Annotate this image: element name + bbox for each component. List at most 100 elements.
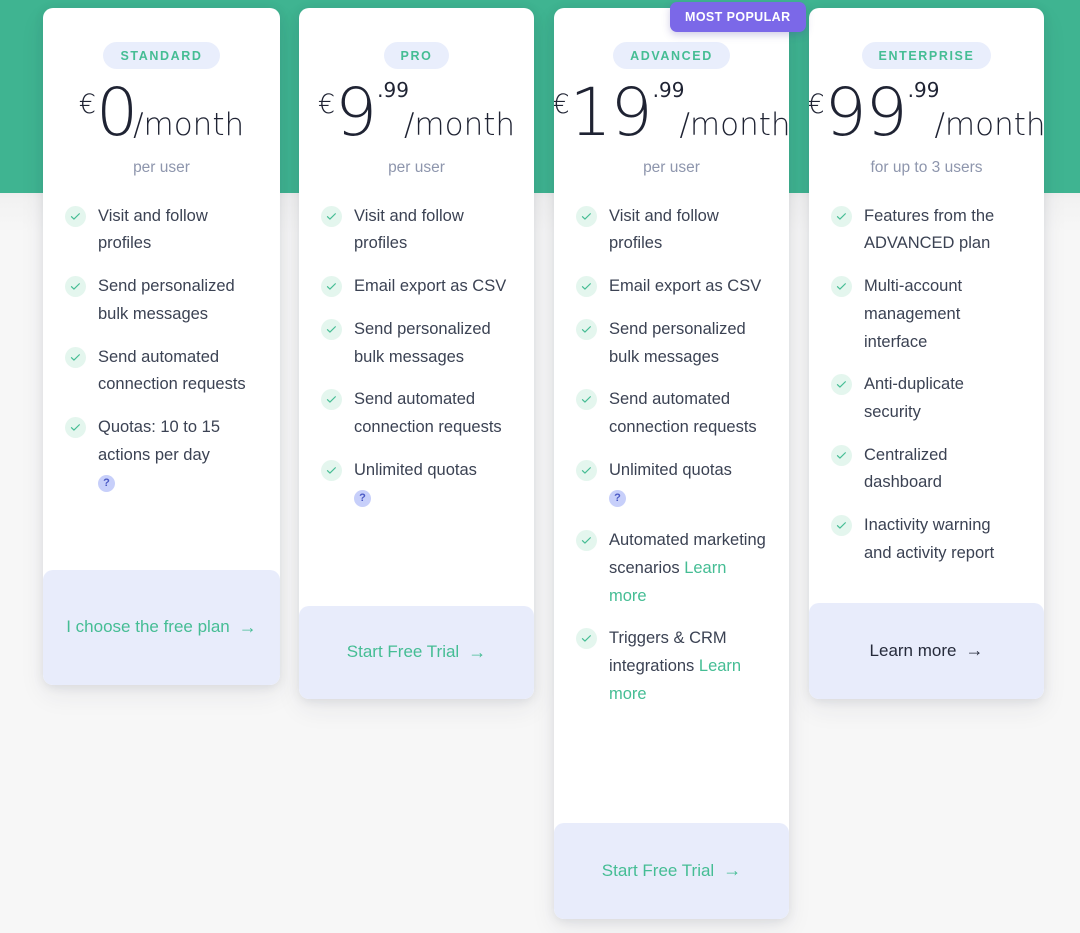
price-amount: 0 (96, 74, 138, 151)
feature-item: Send personalized bulk messages (576, 316, 767, 371)
check-icon (65, 417, 86, 439)
pricing-card-advanced[interactable]: ADVANCED € 19 .99 /month per user Visit … (554, 8, 789, 919)
currency-symbol: € (317, 88, 336, 120)
feature-label: Send automated connection requests (354, 390, 502, 437)
price-note: per user (643, 158, 700, 176)
check-icon (831, 515, 852, 537)
feature-item: Send personalized bulk messages (321, 316, 512, 371)
help-icon[interactable]: ? (609, 489, 626, 507)
feature-label: Features from the ADVANCED plan (864, 206, 995, 253)
price-note: for up to 3 users (870, 158, 983, 176)
plan-name-badge: PRO (383, 42, 450, 69)
feature-label: Visit and follow profiles (98, 206, 208, 253)
price-row: € 9 .99 /month (317, 74, 515, 151)
feature-label: Send personalized bulk messages (354, 319, 491, 366)
feature-item: Visit and follow profiles (321, 203, 512, 258)
check-icon (321, 389, 342, 411)
currency-symbol: € (809, 88, 825, 120)
feature-list: Features from the ADVANCED plan Multi-acc… (831, 203, 1022, 568)
feature-label: Unlimited quotas? (609, 457, 732, 512)
feature-label: Inactivity warning and activity report (864, 516, 995, 562)
check-icon (65, 346, 86, 368)
price-note: per user (133, 158, 190, 176)
price-row: € 0 /month (65, 74, 258, 151)
check-icon (576, 389, 597, 411)
feature-label: Quotas: 10 to 15 actions per day? (98, 414, 258, 497)
feature-label: Email export as CSV (609, 277, 762, 296)
feature-item: Features from the ADVANCED plan (831, 203, 1022, 258)
feature-list: Visit and follow profiles Email export as… (576, 203, 767, 709)
feature-label: Centralized dashboard (864, 445, 948, 492)
feature-item: Quotas: 10 to 15 actions per day? (65, 414, 258, 497)
plan-pill-container: ADVANCED (576, 42, 767, 69)
cta-button[interactable]: Learn more → (809, 603, 1044, 699)
card-body: PRO € 9 .99 /month per user Visit and fo… (299, 8, 534, 606)
price-row: € 19 .99 /month (554, 77, 789, 146)
plan-pill-container: ENTERPRISE (831, 42, 1022, 69)
currency-symbol: € (554, 88, 570, 120)
check-icon (831, 444, 852, 466)
cta-label: I choose the free plan (66, 617, 230, 637)
check-icon (321, 459, 342, 481)
feature-label: Triggers & CRM integrations Learn more (609, 629, 742, 703)
feature-item: Unlimited quotas? (321, 457, 512, 512)
pricing-card-pro[interactable]: PRO € 9 .99 /month per user Visit and fo… (299, 8, 534, 699)
plan-name-badge: STANDARD (103, 42, 220, 69)
feature-item: Send personalized bulk messages (65, 273, 258, 328)
learn-more-link[interactable]: Learn more (609, 657, 741, 703)
price-amount: 19 (569, 74, 653, 151)
arrow-right-icon: → (238, 616, 257, 637)
feature-item: Send automated connection requests (65, 344, 258, 399)
check-icon (576, 205, 597, 227)
pricing-page: STANDARD € 0 /month per user Visit and f… (0, 0, 1080, 933)
cta-label: Learn more (869, 640, 957, 660)
check-icon (576, 276, 597, 298)
learn-more-link[interactable]: Learn more (609, 559, 726, 605)
feature-label: Send personalized bulk messages (609, 319, 746, 366)
feature-item: Triggers & CRM integrations Learn more (576, 625, 767, 708)
cta-button[interactable]: I choose the free plan → (43, 570, 280, 685)
pricing-card-standard[interactable]: STANDARD € 0 /month per user Visit and f… (43, 8, 280, 685)
feature-item: Visit and follow profiles (65, 203, 258, 258)
cta-button[interactable]: Start Free Trial → (299, 606, 534, 699)
check-icon (321, 205, 342, 227)
check-icon (576, 628, 597, 650)
feature-label: Email export as CSV (354, 277, 507, 296)
help-icon[interactable]: ? (98, 474, 115, 492)
price-amount: 99 (824, 74, 908, 151)
pricing-card-enterprise[interactable]: ENTERPRISE € 99 .99 /month for up to 3 u… (809, 8, 1044, 699)
feature-label: Multi-account management interface (864, 277, 963, 351)
price-cents: .99 (652, 77, 685, 102)
feature-label: Send automated connection requests (98, 347, 246, 394)
card-body: ENTERPRISE € 99 .99 /month for up to 3 u… (809, 8, 1044, 603)
price-period: /month (679, 106, 789, 143)
cta-label: Start Free Trial (601, 860, 715, 880)
arrow-right-icon: → (468, 641, 487, 662)
check-icon (576, 459, 597, 481)
price-amount: 9 (335, 74, 377, 151)
feature-item: Inactivity warning and activity report (831, 512, 1022, 567)
feature-item: Email export as CSV (576, 273, 767, 301)
feature-item: Send automated connection requests (576, 386, 767, 441)
feature-item: Unlimited quotas? (576, 457, 767, 512)
feature-label: Send automated connection requests (609, 390, 757, 437)
feature-label: Visit and follow profiles (354, 206, 464, 253)
arrow-right-icon: → (965, 640, 984, 661)
arrow-right-icon: → (723, 860, 742, 881)
feature-item: Multi-account management interface (831, 273, 1022, 356)
price-period: /month (133, 106, 245, 143)
plan-pill-container: PRO (321, 42, 512, 69)
currency-symbol: € (78, 88, 97, 120)
check-icon (831, 205, 852, 227)
price-cents: .99 (377, 77, 409, 102)
price-period: /month (934, 106, 1044, 143)
feature-item: Centralized dashboard (831, 442, 1022, 497)
help-icon[interactable]: ? (354, 489, 371, 507)
check-icon (576, 318, 597, 340)
cta-button[interactable]: Start Free Trial → (554, 823, 789, 919)
price-note: per user (388, 158, 445, 176)
feature-item: Email export as CSV (321, 273, 512, 301)
most-popular-badge: MOST POPULAR (670, 2, 806, 32)
feature-label: Visit and follow profiles (609, 206, 719, 253)
check-icon (576, 530, 597, 552)
